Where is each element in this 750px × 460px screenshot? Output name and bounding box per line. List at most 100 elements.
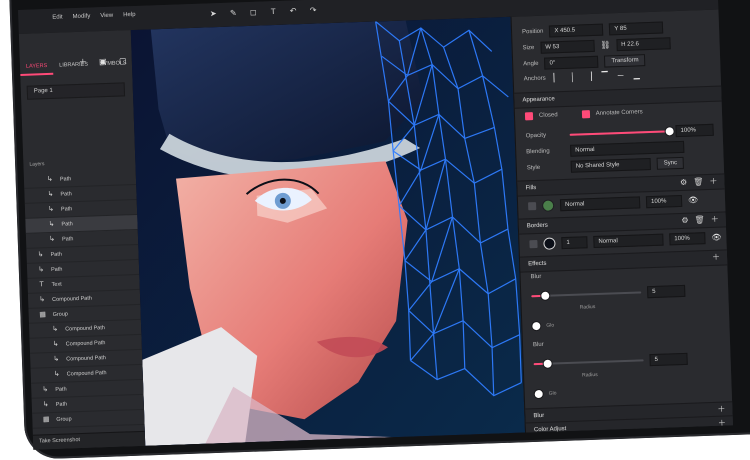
blur-2-radius-label: Radius (581, 371, 598, 379)
artwork (130, 16, 526, 446)
opacity-value[interactable]: 100% (675, 123, 714, 138)
pointer-icon[interactable]: ➤ (208, 9, 218, 19)
anchor-left-icon[interactable]: ▏ (552, 73, 562, 83)
sliders-icon[interactable]: ⚙ (680, 178, 688, 188)
link-icon[interactable]: ⛓ (600, 40, 610, 50)
position-row: Position X 450.5 Y 85 (522, 21, 664, 38)
sync-button[interactable]: Sync (656, 156, 685, 170)
sliders-icon[interactable]: ⚙ (681, 216, 689, 226)
blur-1-radius-knob[interactable] (541, 291, 550, 300)
trash-icon[interactable]: 🗑 (693, 177, 703, 187)
anchor-right-icon[interactable]: ▕ (584, 72, 594, 82)
add-icon[interactable]: ＋ (717, 405, 725, 415)
blur-2-radius-row: 5 (533, 352, 688, 370)
blur-2-radius-value[interactable]: 5 (649, 352, 688, 367)
opacity-label: Opacity (525, 132, 547, 140)
h-field[interactable]: H 22.6 (616, 37, 671, 52)
x-field[interactable]: X 450.5 (549, 23, 604, 38)
blur-1-radius-value[interactable]: 5 (647, 284, 686, 299)
tab-libraries[interactable]: LIBRARIES (53, 57, 94, 74)
layer-row[interactable]: ▦ Group (32, 409, 145, 429)
closed-checkbox[interactable] (524, 112, 534, 121)
menu-item[interactable]: Modify (73, 13, 91, 20)
anchors-row: Anchors ▏ │ ▕ ▔ ─ ▁ (524, 70, 642, 84)
fill-enabled-checkbox[interactable] (528, 202, 537, 211)
add-icon[interactable]: ＋ (712, 253, 720, 263)
blur-2-radius-knob[interactable] (543, 359, 552, 368)
border-enabled-checkbox[interactable] (529, 240, 538, 249)
borders-actions: ⚙ 🗑 ＋ (681, 215, 719, 226)
angle-field[interactable]: 0° (544, 55, 599, 70)
border-color-swatch[interactable] (543, 237, 556, 250)
appearance-header: Appearance (522, 96, 555, 104)
path-icon: ↳ (37, 251, 44, 259)
group-icon: ▦ (42, 416, 50, 424)
border-opacity-field[interactable]: 100% (669, 232, 706, 246)
layer-label: Compound Path (52, 295, 92, 303)
border-width-field[interactable]: 1 (561, 236, 588, 250)
blur-2-glo-row: Glo (534, 389, 557, 399)
menu-item[interactable]: Help (123, 12, 136, 18)
layer-label: Group (52, 311, 69, 318)
blending-select[interactable]: Normal (570, 140, 685, 157)
fill-row: Normal 100% 👁 (528, 194, 698, 212)
text-icon[interactable]: T (268, 7, 278, 17)
angle-row: Angle 0° Transform (523, 54, 646, 70)
layers-header: Layers (29, 161, 45, 168)
annotate-checkbox[interactable] (581, 110, 590, 119)
blur-2-radius-slider[interactable] (533, 359, 644, 368)
anchor-bottom-icon[interactable]: ▁ (632, 70, 642, 80)
y-field[interactable]: Y 85 (609, 21, 664, 36)
menu-item[interactable]: View (100, 13, 113, 19)
compound-path-icon: ↳ (53, 370, 60, 378)
tab-layers[interactable]: LAYERS (19, 58, 54, 76)
page-item-label: Page 1 (33, 87, 53, 95)
anchor-middle-icon[interactable]: ─ (616, 71, 626, 81)
layer-label: Compound Path (65, 325, 106, 333)
w-field[interactable]: W 53 (540, 39, 595, 54)
shape-icon[interactable]: ◻ (248, 8, 258, 18)
path-icon: ↳ (38, 266, 45, 274)
path-icon: ↳ (48, 220, 55, 229)
size-label: Size (522, 45, 535, 52)
pen-icon[interactable]: ✎ (228, 8, 238, 18)
blur-1-glo-toggle[interactable] (532, 321, 541, 331)
trash-icon[interactable]: 🗑 (694, 215, 704, 225)
redo-icon[interactable]: ↷ (308, 6, 318, 16)
add-icon[interactable]: ＋ (709, 177, 717, 187)
style-select[interactable]: No Shared Style (570, 158, 651, 173)
border-mode-select[interactable]: Normal (593, 233, 664, 249)
fills-section: Fills ⚙ 🗑 ＋ (517, 173, 726, 197)
fill-color-swatch[interactable] (541, 199, 555, 212)
blur-1-glo-label: Glo (546, 322, 555, 329)
eye-icon[interactable]: 👁 (711, 233, 721, 243)
opacity-slider-knob[interactable] (665, 127, 674, 136)
opacity-slider[interactable] (569, 127, 674, 136)
borders-section: Borders ⚙ 🗑 ＋ (518, 211, 728, 235)
opacity-row: Opacity 100% (525, 123, 714, 143)
layer-label: Compound Path (66, 355, 107, 363)
canvas-area[interactable] (130, 16, 526, 446)
eye-icon[interactable]: 👁 (688, 195, 698, 205)
compound-path-icon: ↳ (39, 296, 46, 304)
undo-icon[interactable]: ↶ (288, 6, 298, 16)
blur-1-header-row: Blur (531, 274, 542, 280)
fill-opacity-field[interactable]: 100% (645, 194, 683, 209)
effects-actions: ＋ (712, 253, 720, 263)
status-label: Take Screenshot (38, 437, 81, 445)
blur-2-header-row: Blur (533, 342, 544, 348)
tab-symbols[interactable]: SYMBOLS (94, 56, 133, 73)
menu-item[interactable]: Edit (52, 14, 63, 20)
blur-2-glo-toggle[interactable] (534, 389, 543, 399)
blending-label: Blending (526, 148, 550, 156)
anchors-label: Anchors (523, 75, 546, 83)
fill-mode-select[interactable]: Normal (559, 196, 641, 212)
anchor-top-icon[interactable]: ▔ (600, 71, 610, 81)
anchor-center-icon[interactable]: │ (568, 73, 578, 83)
transform-button[interactable]: Transform (604, 54, 646, 68)
blur-1-glo-row: Glo (532, 321, 555, 331)
pages-list[interactable]: Page 1 (26, 82, 126, 100)
angle-label: Angle (523, 60, 539, 68)
add-icon[interactable]: ＋ (711, 215, 719, 225)
blur-1-radius-slider[interactable] (531, 291, 642, 300)
